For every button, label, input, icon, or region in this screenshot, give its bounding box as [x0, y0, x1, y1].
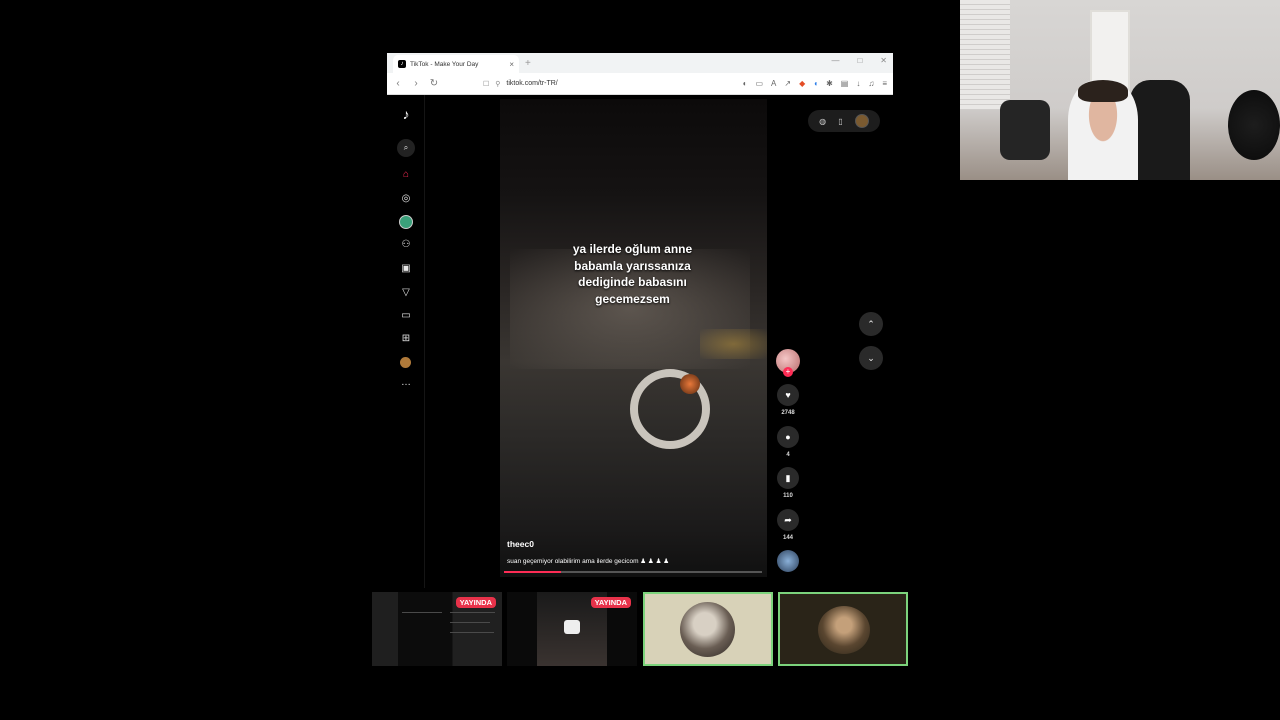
media-icon[interactable]: ◐: [743, 79, 748, 88]
stream-layout: ♪ TikTok - Make Your Day × + — □ ✕ ‹ › ↻…: [0, 0, 1280, 720]
url-field[interactable]: ☐ ⚲ tiktok.com/tr-TR/: [483, 80, 735, 88]
video-player[interactable]: ya ilerde oğlum anne babamla yarıssanıza…: [500, 99, 767, 577]
thumbnail-line: [402, 612, 442, 613]
maximize-icon[interactable]: □: [857, 56, 862, 65]
caption-line: ya ilerde oğlum anne: [572, 242, 693, 256]
streamer-hair: [1078, 80, 1128, 102]
toolbar-icons: ◐ ▭ A ↗ ◆ ◖ ✱ ▤ ↓ ♫ ≡: [743, 79, 887, 88]
message-icon[interactable]: ▭: [399, 309, 413, 323]
participant-avatar: [818, 606, 870, 654]
tiktok-favicon-icon: ♪: [398, 60, 406, 68]
new-tab-icon[interactable]: +: [525, 58, 531, 69]
filter-triangle-icon[interactable]: ▽: [399, 286, 413, 300]
live-tv-icon[interactable]: ▣: [399, 262, 413, 276]
video-progress-bar[interactable]: [504, 571, 762, 573]
follow-plus-icon[interactable]: +: [783, 367, 793, 377]
audio-icon[interactable]: ◖: [813, 79, 818, 88]
close-tab-icon[interactable]: ×: [509, 60, 514, 69]
people-icon[interactable]: ⚇: [399, 238, 413, 252]
share-arrow-icon[interactable]: ➦: [777, 509, 799, 531]
tiktok-page: ♪ ⌕ ⌂ ◎ ⚇ ▣ ▽ ▭ ⊞ … ◍ ▯ ya ilerde oğlum …: [387, 95, 893, 588]
download-icon[interactable]: ↓: [856, 79, 860, 88]
caption-line: gecemezsem: [595, 291, 670, 306]
microphone-pop-filter: [1228, 90, 1280, 160]
video-author[interactable]: theec0: [507, 539, 534, 549]
browser-tab[interactable]: ♪ TikTok - Make Your Day ×: [393, 55, 519, 73]
webcam-feed: [960, 0, 1280, 180]
share-icon[interactable]: ↗: [784, 79, 791, 88]
tab-strip: ♪ TikTok - Make Your Day × + — □ ✕: [387, 53, 893, 73]
forward-icon[interactable]: ›: [411, 78, 421, 89]
brave-shield-icon[interactable]: ◆: [799, 79, 805, 88]
window-controls: — □ ✕: [831, 56, 887, 65]
screen-share-icon: [564, 620, 580, 634]
participant-avatar: [680, 602, 735, 657]
comment-icon[interactable]: ●: [777, 426, 799, 448]
back-icon[interactable]: ‹: [393, 78, 403, 89]
tab-title: TikTok - Make Your Day: [410, 60, 479, 68]
like-count: 2748: [781, 410, 795, 416]
screen-icon[interactable]: ▭: [755, 79, 763, 88]
thumbnail-line: [450, 622, 490, 623]
bookmark-icon[interactable]: ▮: [777, 467, 799, 489]
more-dots-icon[interactable]: …: [399, 376, 413, 390]
video-light: [700, 329, 767, 359]
user-avatar[interactable]: [854, 114, 869, 128]
reload-icon[interactable]: ↻: [429, 78, 439, 89]
stream-thumbnail-1[interactable]: YAYINDA: [372, 592, 502, 666]
thumbnail-line: [450, 632, 494, 633]
phone-icon[interactable]: ▯: [838, 117, 842, 126]
thumbnail-line: [450, 612, 495, 613]
caption-line: dediginde babasını: [578, 275, 687, 289]
close-window-icon[interactable]: ✕: [880, 56, 887, 65]
live-badge: YAYINDA: [590, 597, 631, 608]
home-icon[interactable]: ⌂: [399, 168, 413, 182]
top-right-controls: ◍ ▯: [808, 110, 880, 132]
video-caption: ya ilerde oğlum anne babamla yarıssanıza…: [500, 241, 765, 307]
tiktok-logo-icon[interactable]: ♪: [399, 107, 413, 121]
video-description: suan geçemiyor olabilirim ama ilerde gec…: [507, 558, 670, 565]
music-disc-icon[interactable]: [777, 550, 799, 572]
window-blind: [960, 0, 1010, 110]
dashboard-light: [680, 374, 700, 394]
menu-icon[interactable]: ≡: [882, 79, 887, 88]
comment-count: 4: [786, 452, 790, 458]
address-bar: ‹ › ↻ ☐ ⚲ tiktok.com/tr-TR/ ◐ ▭ A ↗ ◆ ◖ …: [387, 73, 893, 95]
participant-thumbnail-1[interactable]: [643, 592, 773, 666]
stream-thumbnail-2[interactable]: YAYINDA: [507, 592, 637, 666]
search-icon[interactable]: ⌕: [397, 139, 415, 157]
translate-icon[interactable]: A: [771, 79, 776, 88]
site-info-icon[interactable]: ⚲: [495, 80, 500, 88]
next-video-down-icon[interactable]: ⌄: [859, 346, 883, 370]
profile-avatar[interactable]: [400, 357, 411, 368]
gaming-chair: [1130, 80, 1190, 180]
url-text: tiktok.com/tr-TR/: [506, 80, 558, 87]
globe-icon[interactable]: [399, 215, 413, 229]
video-progress-fill: [504, 571, 561, 573]
coin-icon[interactable]: ◍: [819, 117, 826, 126]
share-count: 144: [782, 535, 793, 541]
previous-video-up-icon[interactable]: ⌃: [859, 312, 883, 336]
sim-wheel: [1000, 100, 1050, 160]
participant-thumbnail-2[interactable]: [778, 592, 908, 666]
sidebar-icon[interactable]: ▤: [841, 79, 849, 88]
explore-compass-icon[interactable]: ◎: [399, 192, 413, 206]
tiktok-sidebar: ♪ ⌕ ⌂ ◎ ⚇ ▣ ▽ ▭ ⊞ …: [387, 95, 425, 588]
bookmark-icon[interactable]: ☐: [483, 80, 489, 88]
minimize-icon[interactable]: —: [831, 56, 839, 65]
live-badge: YAYINDA: [455, 597, 496, 608]
browser-window: ♪ TikTok - Make Your Day × + — □ ✕ ‹ › ↻…: [387, 53, 893, 588]
like-heart-icon[interactable]: ♥: [777, 384, 799, 406]
upload-plus-icon[interactable]: ⊞: [399, 332, 413, 346]
caption-line: babamla yarıssanıza: [574, 258, 691, 273]
extensions-icon[interactable]: ✱: [826, 79, 833, 88]
music-icon[interactable]: ♫: [868, 79, 874, 88]
save-count: 110: [783, 493, 793, 499]
